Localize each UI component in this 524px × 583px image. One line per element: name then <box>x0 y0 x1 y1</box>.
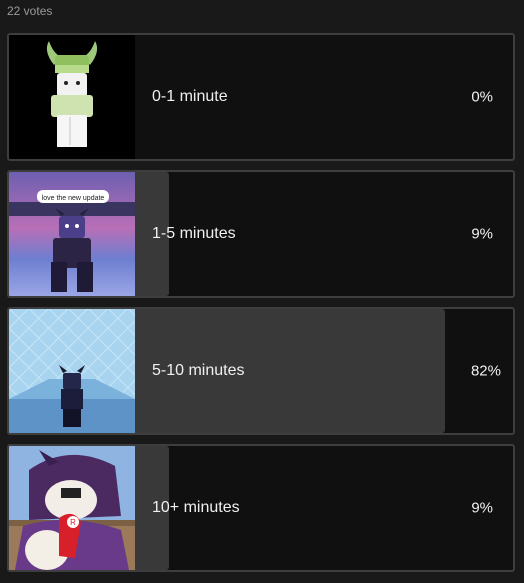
poll-option-5-10-minutes[interactable]: 5-10 minutes 82% <box>7 307 515 435</box>
thumb-caption: love the new update <box>42 195 105 202</box>
poll-option-0-1-minute[interactable]: 0-1 minute 0% <box>7 33 515 161</box>
svg-text:R: R <box>70 518 76 527</box>
option-percent: 82% <box>470 362 501 380</box>
option-label: 10+ minutes <box>152 499 240 516</box>
poll-option-1-5-minutes[interactable]: love the new update 1-5 minutes 9% <box>7 170 515 298</box>
avatar-image-purple-hood: R <box>9 446 135 570</box>
option-label: 1-5 minutes <box>152 225 236 242</box>
option-percent: 9% <box>471 499 493 517</box>
avatar-image-green-hat <box>9 35 135 159</box>
option-label: 0-1 minute <box>152 88 228 105</box>
vote-count: 22 votes <box>7 4 53 18</box>
avatar-image-ice-room <box>9 309 135 433</box>
option-percent: 9% <box>471 225 493 243</box>
option-percent: 0% <box>471 88 493 106</box>
avatar-image-speech-bubble: love the new update <box>9 172 135 296</box>
poll-option-10-plus-minutes[interactable]: R 10+ minutes 9% <box>7 444 515 572</box>
option-label: 5-10 minutes <box>152 362 245 379</box>
poll: 22 votes 0-1 minute 0% love the new upda… <box>0 0 524 583</box>
